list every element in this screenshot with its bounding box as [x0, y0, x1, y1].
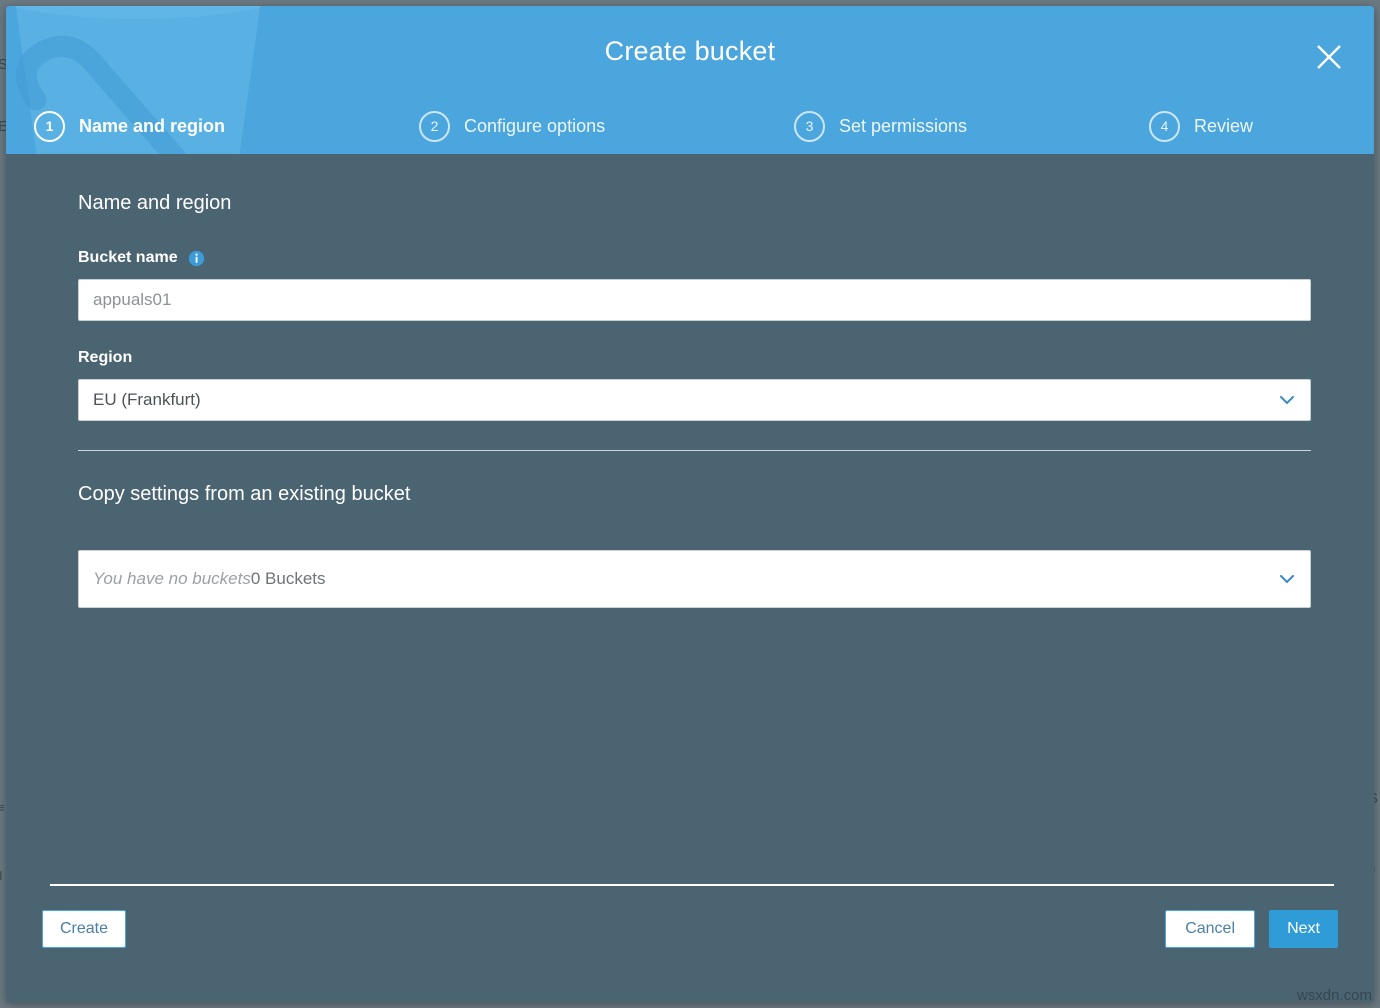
site-watermark: wsxdn.com — [1297, 987, 1372, 1004]
cancel-button[interactable]: Cancel — [1165, 910, 1255, 948]
step-indicator: 1 Name and region 2 Configure options 3 … — [6, 104, 1374, 148]
footer-actions: Create Cancel Next — [36, 886, 1338, 948]
step-configure-options[interactable]: 2 Configure options — [419, 104, 794, 148]
step-label: Set permissions — [839, 116, 967, 137]
step-set-permissions[interactable]: 3 Set permissions — [794, 104, 1149, 148]
copy-settings-select[interactable]: You have no buckets0 Buckets — [78, 550, 1311, 608]
step-label: Name and region — [79, 116, 225, 137]
step-number: 2 — [419, 111, 450, 142]
step-label: Review — [1194, 116, 1253, 137]
section-divider — [78, 450, 1311, 451]
close-icon — [1313, 41, 1345, 73]
copy-settings-count: 0 Buckets — [251, 569, 326, 589]
page-title: Create bucket — [6, 36, 1374, 67]
step-number: 1 — [34, 111, 65, 142]
modal-header: Create bucket 1 Name and region 2 Config… — [6, 6, 1374, 154]
step-number: 3 — [794, 111, 825, 142]
modal-footer: Create Cancel Next — [6, 884, 1374, 1002]
step-label: Configure options — [464, 116, 605, 137]
region-select[interactable]: EU (Frankfurt) — [78, 379, 1311, 421]
region-selected-value: EU (Frankfurt) — [93, 390, 201, 410]
bucket-name-label: Bucket name — [78, 249, 1308, 267]
region-label: Region — [78, 349, 1308, 367]
info-icon[interactable] — [188, 250, 205, 267]
copy-settings-empty-text: You have no buckets — [93, 569, 251, 589]
step-number: 4 — [1149, 111, 1180, 142]
modal-body: Name and region Bucket name Region EU (F… — [6, 154, 1374, 884]
copy-settings-title: Copy settings from an existing bucket — [78, 483, 1308, 506]
bucket-name-input[interactable] — [78, 279, 1311, 321]
copy-settings-select-wrap: You have no buckets0 Buckets — [78, 550, 1311, 608]
section-title: Name and region — [78, 154, 1308, 215]
next-button[interactable]: Next — [1269, 910, 1338, 948]
region-select-wrap: EU (Frankfurt) — [78, 379, 1311, 421]
create-bucket-modal: Create bucket 1 Name and region 2 Config… — [6, 6, 1374, 1002]
step-review[interactable]: 4 Review — [1149, 104, 1374, 148]
bucket-name-label-text: Bucket name — [78, 249, 178, 267]
step-name-and-region[interactable]: 1 Name and region — [6, 104, 419, 148]
region-label-text: Region — [78, 349, 132, 367]
create-button[interactable]: Create — [42, 910, 126, 948]
close-button[interactable] — [1306, 34, 1352, 80]
